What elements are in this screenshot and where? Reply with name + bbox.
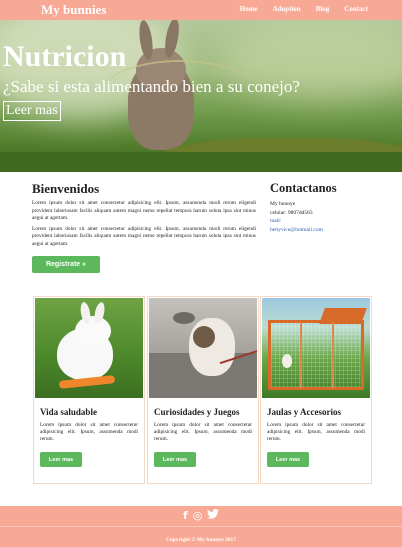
- contact-title: Contactanos: [270, 181, 337, 195]
- contact-section: Contactanos My bunnye celular: 9807dd563…: [270, 181, 380, 234]
- hero-subtitle: ¿Sabe si esta alimentando bien a su cone…: [3, 77, 300, 96]
- card-vida-saludable: Vida saludable Lorem ipsum dolor sit ame…: [33, 296, 145, 484]
- welcome-paragraph-1: Lorem ipsum dolor sit amet consectetur a…: [32, 200, 256, 221]
- instagram-icon[interactable]: ◎: [193, 509, 203, 522]
- welcome-paragraph-2: Lorem ipsum dolor sit amet consectetur a…: [32, 225, 256, 247]
- card-read-more-button[interactable]: Leer mas: [267, 452, 309, 467]
- card-text: Lorem ipsum dolor sit amet consectetur a…: [267, 422, 365, 442]
- contact-email-link[interactable]: bettyvice@hotmail.com: [270, 226, 380, 235]
- twitter-icon[interactable]: [207, 509, 220, 522]
- card-title: Curiosidades y Juegos: [154, 407, 240, 417]
- nav-blog[interactable]: Blog: [316, 5, 330, 13]
- copyright-text: Copyright © My bunnye 2017: [165, 537, 237, 543]
- nav-contact[interactable]: Contact: [344, 5, 368, 13]
- card-read-more-button[interactable]: Leer mas: [40, 452, 82, 467]
- card-text: Lorem ipsum dolor sit amet consectetur a…: [154, 422, 252, 442]
- hero-banner: Nutricion ¿Sabe si esta alimentando bien…: [0, 20, 402, 172]
- card-text: Lorem ipsum dolor sit amet consectetur a…: [40, 422, 138, 442]
- contact-mail-label: mail:: [270, 218, 282, 224]
- card-curiosidades: Curiosidades y Juegos Lorem ipsum dolor …: [147, 296, 259, 484]
- card-image-white-bunny: [35, 298, 143, 398]
- nav-adoption[interactable]: Adoption: [273, 5, 301, 13]
- welcome-title: Bienvenidos: [32, 181, 100, 196]
- card-image-floor-bunny: [149, 298, 257, 398]
- card-jaulas: Jaulas y Accesorios Lorem ipsum dolor si…: [260, 296, 372, 484]
- footer-divider: [0, 526, 402, 527]
- contact-phone: celular: 9807dd563: [270, 209, 313, 216]
- top-navbar: My bunnies Home Adoption Blog Contact: [0, 0, 402, 20]
- cards-row: Vida saludable Lorem ipsum dolor sit ame…: [33, 296, 373, 484]
- main-nav: Home Adoption Blog Contact: [225, 5, 368, 13]
- hero-read-more-button[interactable]: Leer mas: [3, 101, 61, 121]
- register-button[interactable]: Registrate »: [32, 256, 100, 273]
- nav-home[interactable]: Home: [240, 5, 258, 13]
- card-title: Jaulas y Accesorios: [267, 407, 341, 417]
- card-title: Vida saludable: [40, 407, 97, 417]
- card-read-more-button[interactable]: Leer mas: [154, 452, 196, 467]
- contact-name: My bunnye: [270, 201, 296, 207]
- card-image-hutch: [262, 298, 370, 398]
- welcome-section: Bienvenidos Lorem ipsum dolor sit amet c…: [32, 181, 256, 251]
- hero-title: Nutricion: [3, 40, 127, 73]
- brand-logo[interactable]: My bunnies: [41, 2, 106, 18]
- social-links: f ◎: [183, 509, 220, 522]
- facebook-icon[interactable]: f: [183, 509, 188, 522]
